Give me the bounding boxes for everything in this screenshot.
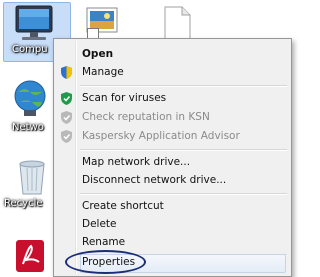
- menu-item-manage[interactable]: Manage: [56, 63, 289, 82]
- recycle-bin-label: Recycle: [4, 198, 43, 209]
- menu-item-check-reputation[interactable]: Check reputation in KSN: [56, 108, 289, 127]
- menu-separator: [80, 149, 287, 151]
- delete-label: Delete: [82, 218, 117, 230]
- check-reputation-label: Check reputation in KSN: [82, 111, 210, 123]
- menu-item-create-shortcut[interactable]: Create shortcut: [56, 197, 289, 216]
- manage-label: Manage: [82, 66, 124, 78]
- network-icon[interactable]: [10, 78, 50, 118]
- properties-highlight-oval: [65, 250, 146, 274]
- kaspersky-advisor-label: Kaspersky Application Advisor: [82, 130, 240, 142]
- menu-separator: [80, 193, 287, 195]
- map-network-drive-label: Map network drive...: [82, 156, 191, 168]
- disconnect-network-drive-label: Disconnect network drive...: [82, 174, 227, 186]
- pdf-reader-icon[interactable]: [14, 238, 46, 274]
- blank-document-icon[interactable]: [162, 6, 192, 42]
- computer-icon-label: Compu: [12, 44, 48, 55]
- photo-shortcut-icon[interactable]: [85, 6, 121, 40]
- open-label: Open: [82, 48, 114, 60]
- menu-separator: [80, 85, 287, 87]
- menu-item-scan-for-viruses[interactable]: Scan for viruses: [56, 89, 289, 108]
- menu-item-disconnect-network-drive[interactable]: Disconnect network drive...: [56, 171, 289, 190]
- menu-item-rename[interactable]: Rename: [56, 233, 289, 252]
- menu-item-map-network-drive[interactable]: Map network drive...: [56, 153, 289, 172]
- scan-for-viruses-label: Scan for viruses: [82, 92, 167, 104]
- kaspersky-shield-disabled-icon: [59, 110, 74, 125]
- desktop: Compu Netwo Recycle Open Manage Scan for…: [0, 0, 300, 277]
- menu-item-open[interactable]: Open: [56, 45, 289, 64]
- recycle-bin-icon[interactable]: [16, 158, 48, 196]
- context-menu: Open Manage Scan for viruses Check reput…: [53, 38, 292, 277]
- create-shortcut-label: Create shortcut: [82, 200, 164, 212]
- menu-item-delete[interactable]: Delete: [56, 215, 289, 234]
- kaspersky-shield-icon: [59, 91, 74, 106]
- network-icon-label: Netwo: [12, 122, 44, 133]
- menu-item-kaspersky-advisor[interactable]: Kaspersky Application Advisor: [56, 127, 289, 146]
- uac-shield-icon: [59, 65, 74, 80]
- kaspersky-shield-disabled-icon: [59, 129, 74, 144]
